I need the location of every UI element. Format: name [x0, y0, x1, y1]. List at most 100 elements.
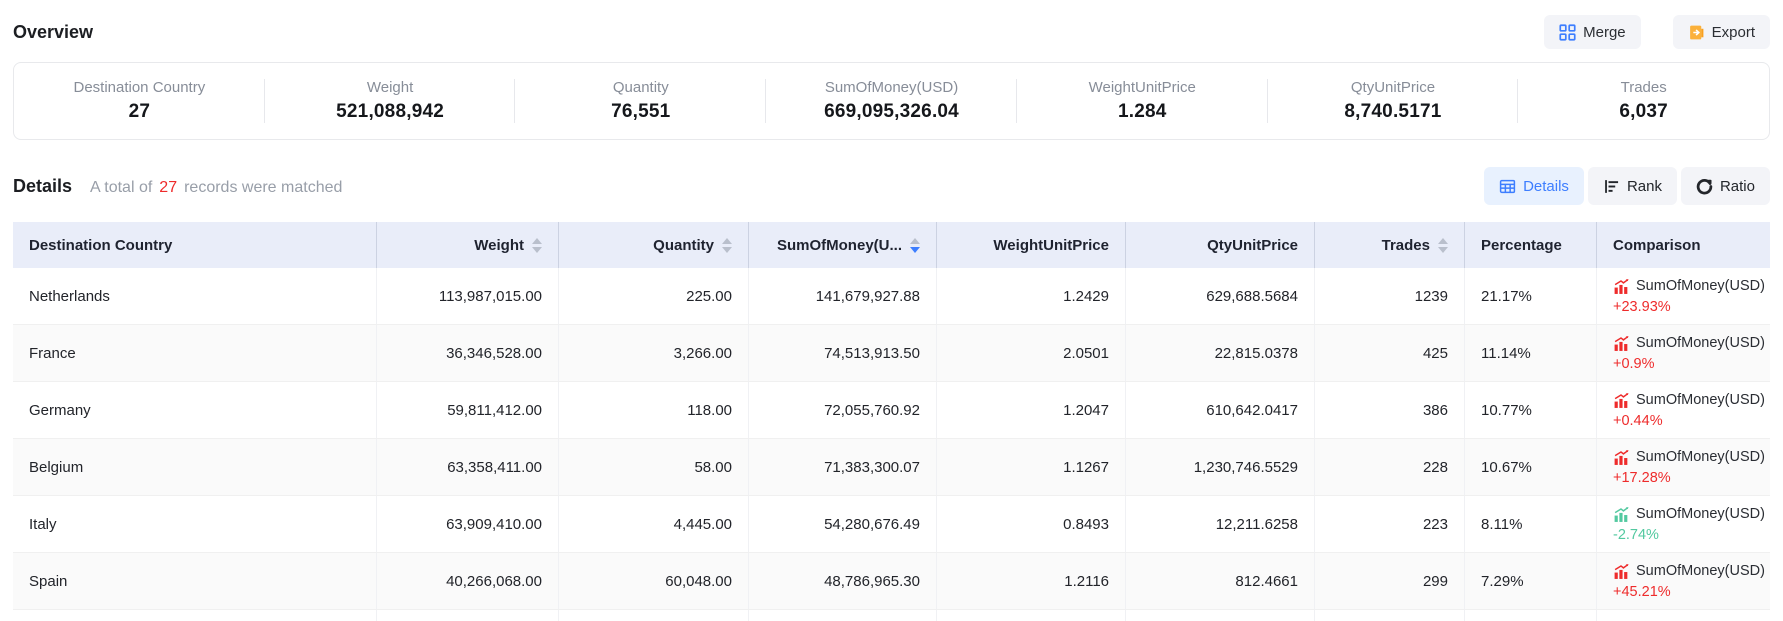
comparison-block: SumOfMoney(USD) +17.28% — [1613, 449, 1765, 486]
cell-weight: 63,358,411.00 — [377, 439, 559, 495]
cell-quantity: 58.00 — [559, 439, 749, 495]
column-header-qty-unit-price: QtyUnitPrice — [1126, 222, 1315, 268]
cell-trades: 299 — [1315, 553, 1465, 609]
cell-country: Spain — [13, 553, 377, 609]
cell-country: Germany — [13, 382, 377, 438]
comparison-block: SumOfMoney(USD) +23.93% — [1613, 278, 1765, 315]
cell-comparison: SumOfMoney(USD) -2.74% — [1597, 496, 1770, 552]
summary-suffix: records were matched — [184, 179, 342, 196]
merge-button-label: Merge — [1583, 24, 1626, 41]
cell-weight-unit-price: 1.2116 — [937, 553, 1126, 609]
trade-analytics-page: Overview Merge — [0, 0, 1783, 621]
column-label: Quantity — [653, 237, 714, 254]
column-header-percentage: Percentage — [1465, 222, 1597, 268]
stat-destination-country: Destination Country 27 — [14, 63, 265, 139]
sort-icon[interactable] — [1438, 238, 1448, 253]
tab-ratio[interactable]: Ratio — [1681, 167, 1770, 205]
export-button[interactable]: Export — [1673, 15, 1770, 49]
column-label: Destination Country — [29, 237, 172, 254]
tab-details[interactable]: Details — [1484, 167, 1584, 205]
stat-label: QtyUnitPrice — [1351, 79, 1435, 96]
trend-bar-chart-icon — [1613, 278, 1630, 295]
cell-comparison: SumOfMoney(USD) +0.9% — [1597, 325, 1770, 381]
cell-weight: 113,987,015.00 — [377, 268, 559, 324]
stat-trades: Trades 6,037 — [1518, 63, 1769, 139]
stat-label: WeightUnitPrice — [1089, 79, 1196, 96]
top-actions: Merge Export — [1544, 15, 1770, 49]
cell-trades: 228 — [1315, 439, 1465, 495]
comparison-change: +17.28% — [1613, 470, 1765, 486]
cell-percentage: 10.67% — [1465, 439, 1597, 495]
column-header-trades[interactable]: Trades — [1315, 222, 1465, 268]
view-switch: Details Rank — [1484, 167, 1770, 205]
cell-weight: 59,811,412.00 — [377, 382, 559, 438]
cell-qty-unit-price: 629,688.5684 — [1126, 268, 1315, 324]
sort-icon[interactable] — [722, 238, 732, 253]
column-header-weight-unit-price: WeightUnitPrice — [937, 222, 1126, 268]
records-matched-summary: A total of27records were matched — [90, 179, 342, 197]
cell-quantity: 60,048.00 — [559, 553, 749, 609]
summary-prefix: A total of — [90, 179, 152, 196]
comparison-metric-label: SumOfMoney(USD) — [1636, 506, 1765, 522]
sort-icon[interactable] — [532, 238, 542, 253]
stat-value: 1.284 — [1118, 101, 1167, 123]
cell-weight: 40,266,068.00 — [377, 553, 559, 609]
column-header-sum-of-money[interactable]: SumOfMoney(U... — [749, 222, 937, 268]
comparison-change: +0.44% — [1613, 413, 1765, 429]
cell-percentage: 11.14% — [1465, 325, 1597, 381]
details-title: Details — [13, 176, 72, 197]
merge-icon — [1559, 24, 1576, 41]
cell-country: France — [13, 325, 377, 381]
cell-qty-unit-price: 12,211.6258 — [1126, 496, 1315, 552]
tab-details-label: Details — [1523, 178, 1569, 195]
cell-country: Italy — [13, 496, 377, 552]
stat-value: 27 — [129, 101, 151, 123]
comparison-metric-label: SumOfMoney(USD) — [1636, 449, 1765, 465]
merge-button[interactable]: Merge — [1544, 15, 1641, 49]
stat-value: 76,551 — [611, 101, 670, 123]
column-label: QtyUnitPrice — [1207, 237, 1298, 254]
column-header-destination-country: Destination Country — [13, 222, 377, 268]
sort-icon[interactable] — [910, 238, 920, 253]
tab-ratio-label: Ratio — [1720, 178, 1755, 195]
cell-comparison: SumOfMoney(USD) +17.28% — [1597, 439, 1770, 495]
column-label: WeightUnitPrice — [993, 237, 1109, 254]
stat-value: 6,037 — [1619, 101, 1668, 123]
rank-icon — [1603, 178, 1620, 195]
comparison-change: +45.21% — [1613, 584, 1765, 600]
tab-rank[interactable]: Rank — [1588, 167, 1677, 205]
details-bar: Details A total of27records were matched… — [13, 166, 1770, 206]
cell-comparison: SumOfMoney(USD) +0.44% — [1597, 382, 1770, 438]
page-title: Overview — [13, 22, 93, 43]
stat-value: 521,088,942 — [336, 101, 444, 123]
cell-percentage: 21.17% — [1465, 268, 1597, 324]
comparison-change: +23.93% — [1613, 299, 1765, 315]
cell-trades: 386 — [1315, 382, 1465, 438]
export-button-label: Export — [1712, 24, 1755, 41]
cell-weight-unit-price: 0.8493 — [937, 496, 1126, 552]
trend-bar-chart-icon — [1613, 506, 1630, 523]
comparison-change: -2.74% — [1613, 527, 1765, 543]
cell-weight-unit-price: 2.0501 — [937, 325, 1126, 381]
column-header-weight[interactable]: Weight — [377, 222, 559, 268]
stat-label: SumOfMoney(USD) — [825, 79, 958, 96]
summary-count: 27 — [152, 179, 184, 196]
cell-quantity: 118.00 — [559, 382, 749, 438]
table-row: Germany 59,811,412.00 118.00 72,055,760.… — [13, 382, 1770, 439]
stat-value: 8,740.5171 — [1344, 101, 1441, 123]
cell-qty-unit-price: 610,642.0417 — [1126, 382, 1315, 438]
column-header-quantity[interactable]: Quantity — [559, 222, 749, 268]
column-label: SumOfMoney(U... — [777, 237, 902, 254]
table-row: Italy 63,909,410.00 4,445.00 54,280,676.… — [13, 496, 1770, 553]
stat-value: 669,095,326.04 — [824, 101, 959, 123]
stat-weight-unit-price: WeightUnitPrice 1.284 — [1017, 63, 1268, 139]
table-header-row: Destination Country Weight Quantity SumO… — [13, 222, 1770, 268]
column-header-comparison: Comparison — [1597, 222, 1770, 268]
table-row: France 36,346,528.00 3,266.00 74,513,913… — [13, 325, 1770, 382]
cell-qty-unit-price: 812.4661 — [1126, 553, 1315, 609]
cell-percentage: 8.11% — [1465, 496, 1597, 552]
comparison-metric-label: SumOfMoney(USD) — [1636, 563, 1765, 579]
trend-bar-chart-icon — [1613, 335, 1630, 352]
stat-label: Trades — [1621, 79, 1667, 96]
comparison-block: SumOfMoney(USD) +0.9% — [1613, 335, 1765, 372]
